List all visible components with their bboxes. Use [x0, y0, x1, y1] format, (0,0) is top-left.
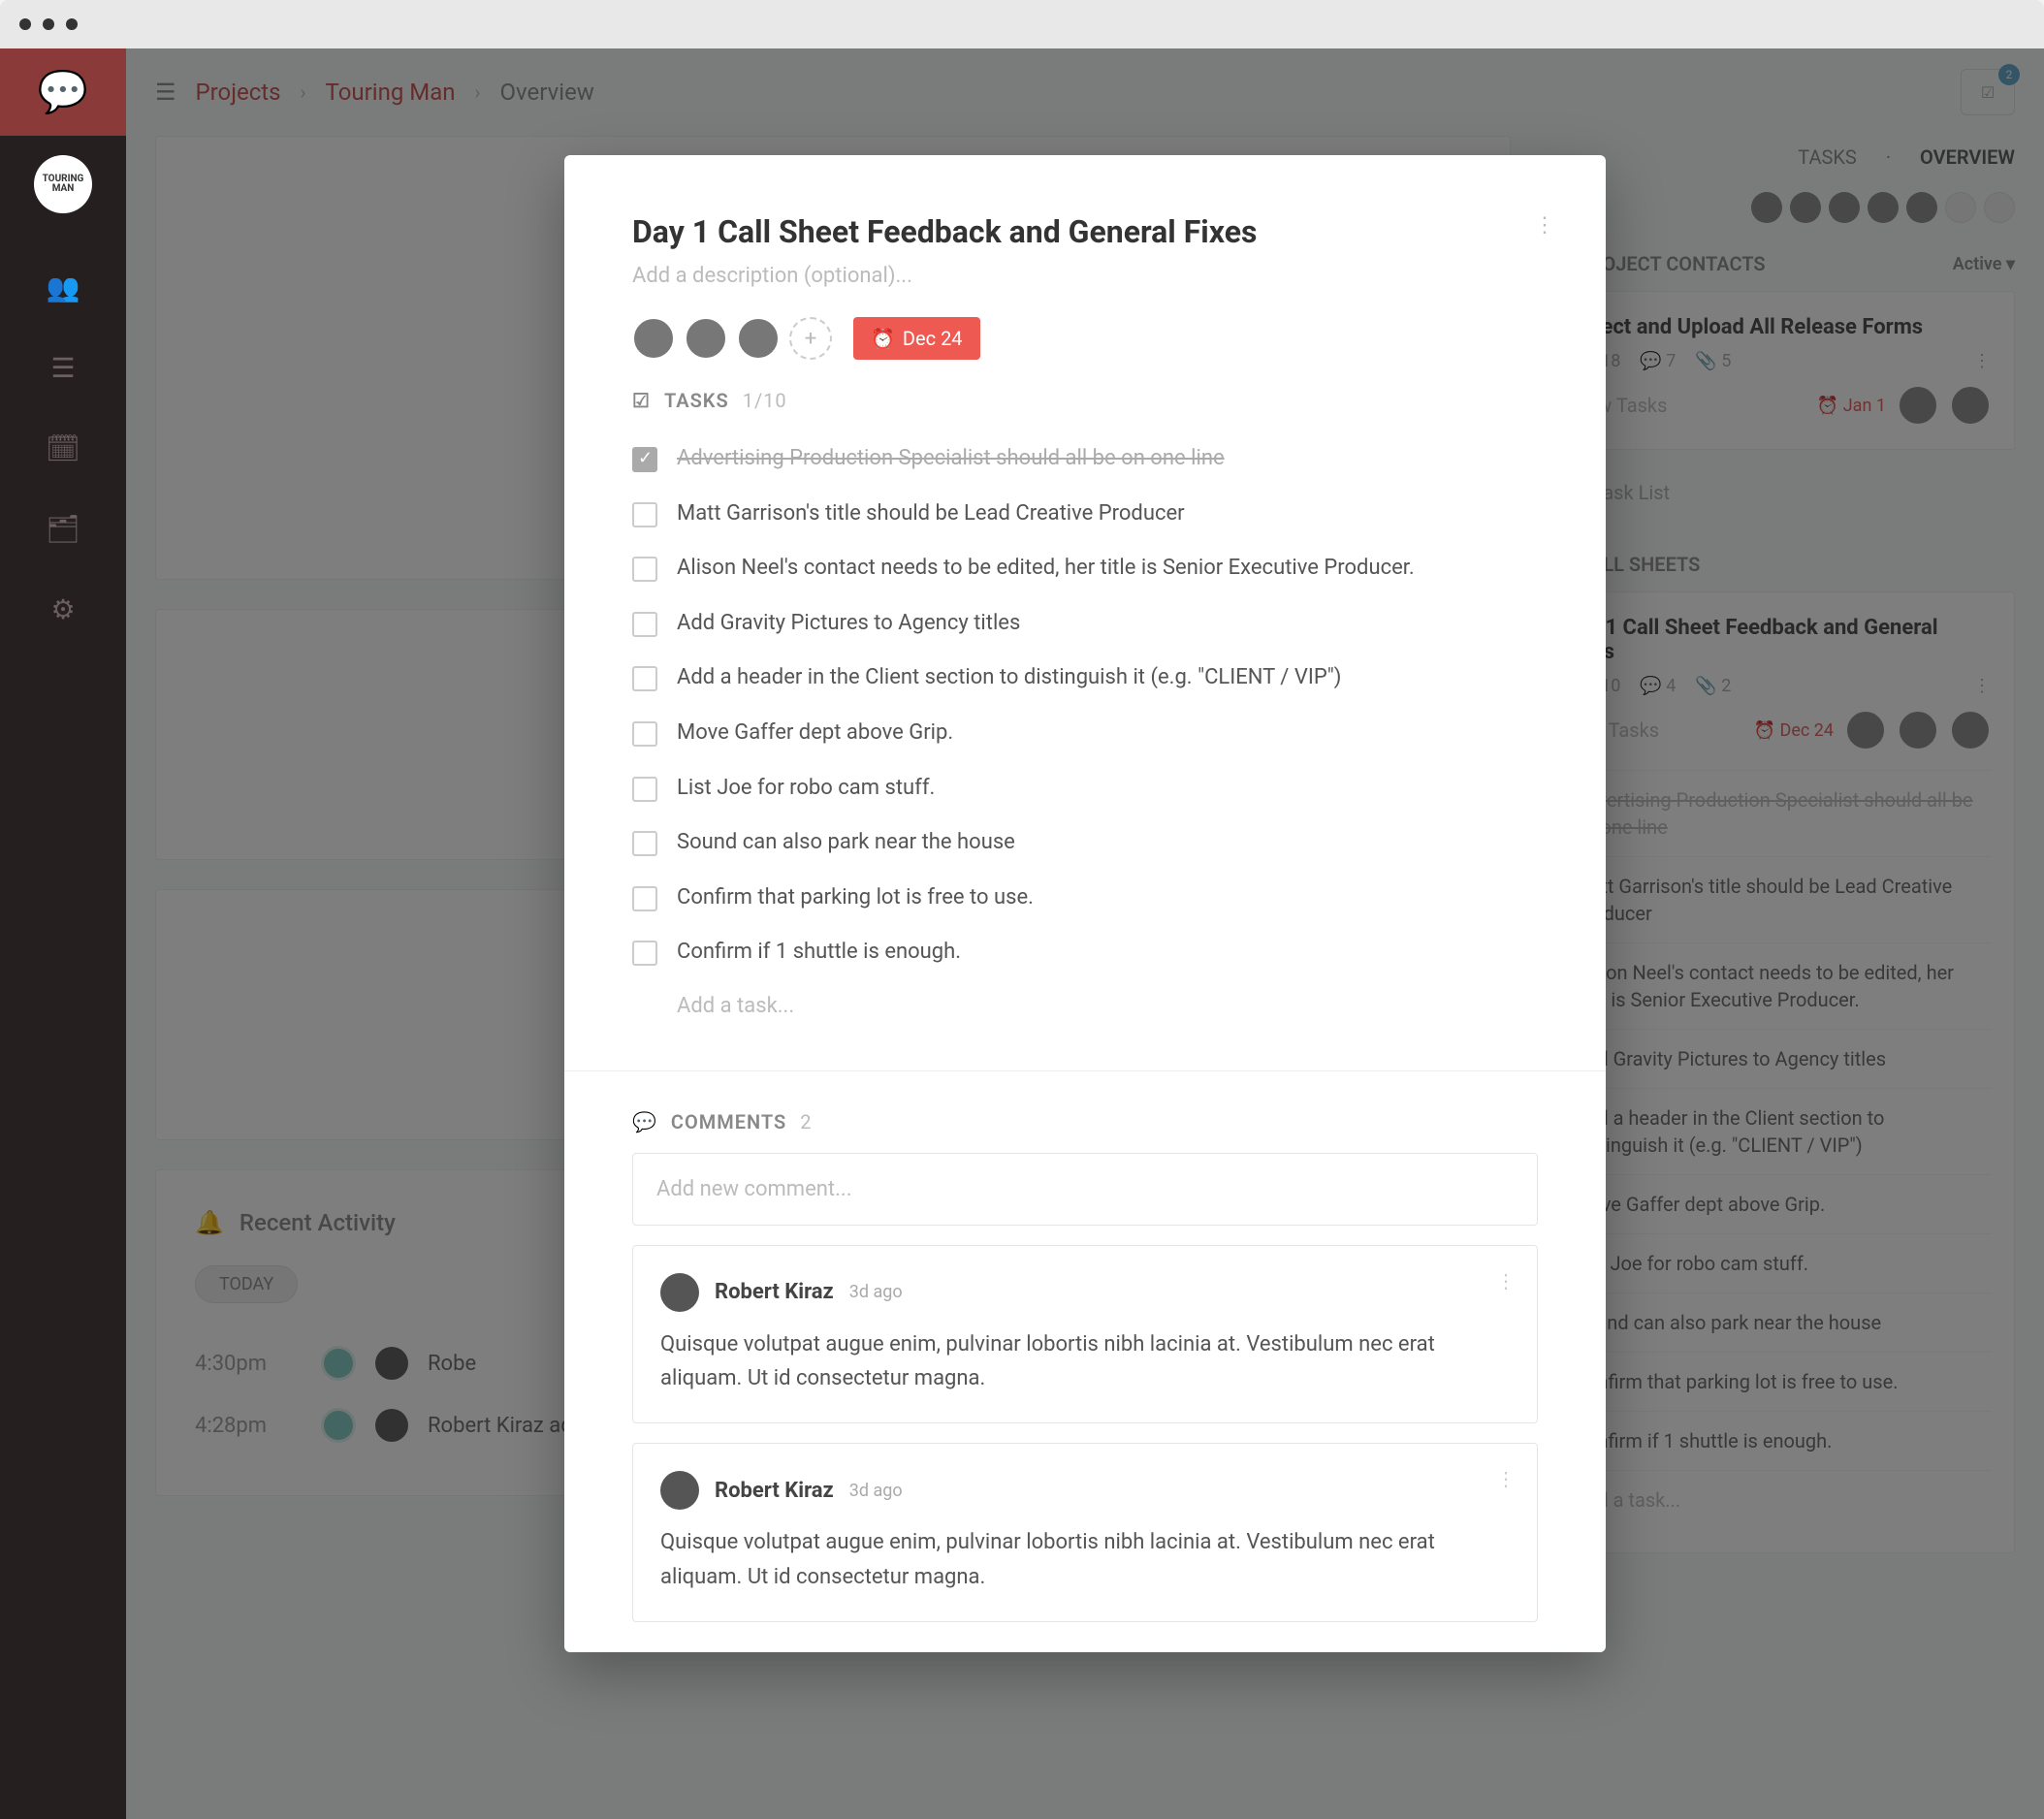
task-row[interactable]: Confirm that parking lot is free to use. — [632, 871, 1538, 926]
comment-input[interactable]: Add new comment... — [632, 1153, 1538, 1226]
project-avatar[interactable]: TOURINGMAN — [34, 155, 92, 213]
checkbox[interactable] — [632, 447, 657, 472]
app-logo[interactable]: 💬 — [0, 48, 126, 136]
avatar[interactable] — [660, 1471, 699, 1510]
task-row[interactable]: Alison Neel's contact needs to be edited… — [632, 541, 1538, 596]
checkbox[interactable] — [632, 612, 657, 637]
task-row[interactable]: Confirm if 1 shuttle is enough. — [632, 925, 1538, 980]
avatar[interactable] — [737, 317, 780, 360]
divider — [564, 1070, 1606, 1071]
checkbox[interactable] — [632, 886, 657, 911]
task-row[interactable]: Sound can also park near the house — [632, 815, 1538, 871]
avatar[interactable] — [685, 317, 727, 360]
checkbox[interactable] — [632, 777, 657, 802]
modal-title: Day 1 Call Sheet Feedback and General Fi… — [632, 213, 1538, 250]
more-icon[interactable]: ⋮ — [1534, 213, 1557, 238]
modal-backdrop[interactable]: ⋮ Day 1 Call Sheet Feedback and General … — [126, 48, 2044, 1819]
traffic-light-min[interactable] — [43, 18, 54, 30]
contacts-nav-icon[interactable]: 👥 — [46, 271, 80, 303]
window-titlebar — [0, 0, 2044, 48]
avatar[interactable] — [632, 317, 675, 360]
checkbox[interactable] — [632, 721, 657, 747]
checkbox[interactable] — [632, 557, 657, 582]
description-input[interactable]: Add a description (optional)... — [632, 264, 1538, 288]
comment: ⋮Robert Kiraz3d agoQuisque volutpat augu… — [632, 1443, 1538, 1621]
clock-icon: ⏰ — [871, 327, 895, 350]
traffic-light-close[interactable] — [19, 18, 31, 30]
task-detail-modal: ⋮ Day 1 Call Sheet Feedback and General … — [564, 155, 1606, 1652]
checkbox[interactable] — [632, 831, 657, 856]
chat-icon: 💬 — [38, 69, 88, 116]
avatar[interactable] — [660, 1273, 699, 1312]
settings-nav-icon[interactable]: ⚙ — [46, 593, 80, 625]
checkbox[interactable] — [632, 666, 657, 691]
task-row[interactable]: Add a header in the Client section to di… — [632, 651, 1538, 706]
checkbox[interactable] — [632, 502, 657, 527]
more-icon[interactable]: ⋮ — [1496, 1269, 1517, 1292]
task-row[interactable]: List Joe for robo cam stuff. — [632, 761, 1538, 816]
comment: ⋮Robert Kiraz3d agoQuisque volutpat augu… — [632, 1245, 1538, 1423]
add-task-input[interactable]: Add a task... — [632, 980, 1538, 1032]
checkbox[interactable] — [632, 941, 657, 966]
due-date-tag[interactable]: ⏰Dec 24 — [853, 317, 980, 360]
comment-icon: 💬 — [632, 1110, 657, 1133]
task-row[interactable]: Move Gaffer dept above Grip. — [632, 706, 1538, 761]
more-icon[interactable]: ⋮ — [1496, 1467, 1517, 1490]
calendar-nav-icon[interactable]: 🗓 — [46, 432, 80, 464]
sidebar: 💬 TOURINGMAN 👥 ☰ 🗓 🗂 ⚙ — [0, 48, 126, 1819]
folder-nav-icon[interactable]: 🗂 — [46, 513, 80, 545]
traffic-light-max[interactable] — [66, 18, 78, 30]
list-nav-icon[interactable]: ☰ — [46, 352, 80, 384]
task-row[interactable]: Matt Garrison's title should be Lead Cre… — [632, 487, 1538, 542]
add-assignee-button[interactable]: + — [789, 317, 832, 360]
checkbox-icon: ☑ — [632, 389, 651, 412]
task-row[interactable]: Advertising Production Specialist should… — [632, 431, 1538, 487]
task-row[interactable]: Add Gravity Pictures to Agency titles — [632, 596, 1538, 652]
